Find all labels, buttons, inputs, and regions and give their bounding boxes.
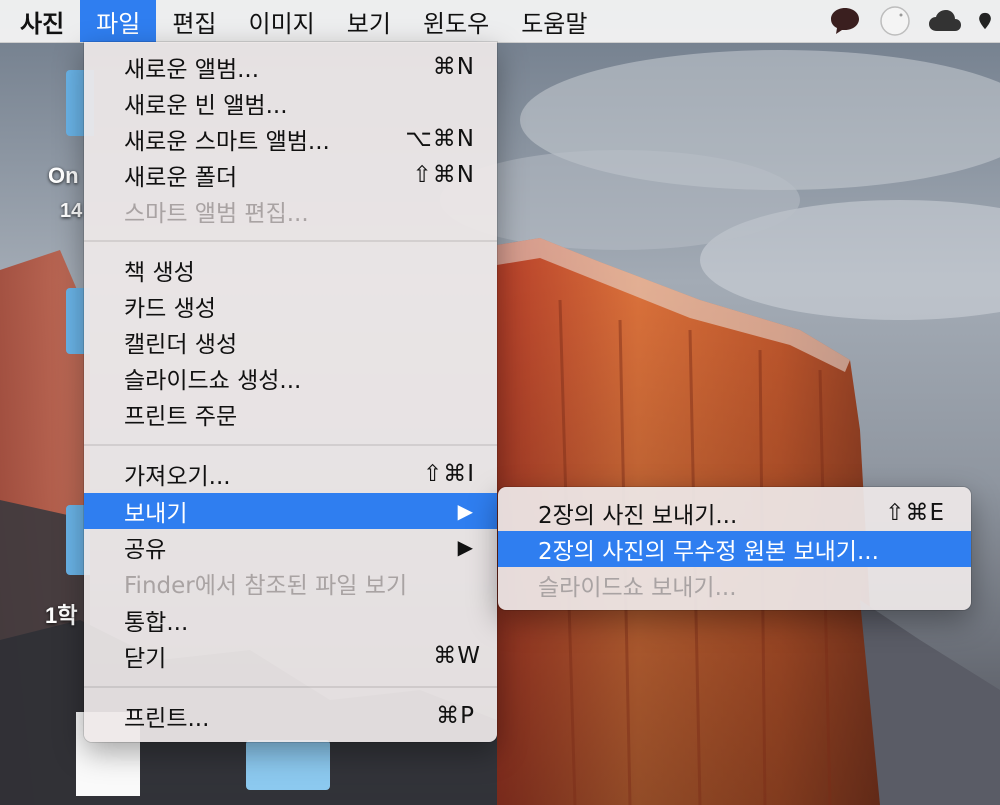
menu-item-label: 프린트 주문	[124, 404, 238, 430]
menu-window[interactable]: 윈도우	[407, 0, 505, 42]
menu-item-import[interactable]: 가져오기... ⇧⌘I	[84, 456, 497, 492]
menu-item-print[interactable]: 프린트... ⌘P	[84, 698, 497, 734]
menu-item-label: 공유	[124, 537, 167, 563]
menu-separator	[84, 240, 497, 242]
menu-edit[interactable]: 편집	[156, 0, 232, 42]
menu-item-label: 슬라이드쇼 보내기...	[538, 575, 737, 601]
dial-icon[interactable]	[878, 4, 912, 38]
menu-item-label: 보내기	[124, 501, 188, 527]
menu-item-new-folder[interactable]: 새로운 폴더 ⇧⌘N	[84, 157, 497, 193]
cloud-icon[interactable]	[928, 4, 962, 38]
menu-item-label: 새로운 빈 앨범...	[124, 93, 288, 119]
menu-separator	[84, 686, 497, 688]
menu-item-shortcut: ⌘N	[432, 54, 475, 80]
menu-item-label: 책 생성	[124, 260, 195, 286]
menu-item-export-slideshow: 슬라이드쇼 보내기...	[498, 567, 971, 603]
menu-item-new-empty-album[interactable]: 새로운 빈 앨범...	[84, 85, 497, 121]
menu-item-shortcut: ⌥⌘N	[405, 126, 475, 152]
export-submenu: 2장의 사진 보내기... ⇧⌘E 2장의 사진의 무수정 원본 보내기... …	[498, 487, 971, 610]
menu-item-label: 슬라이드쇼 생성...	[124, 368, 302, 394]
menu-item-label: 2장의 사진의 무수정 원본 보내기...	[538, 539, 879, 565]
app-menu-photos[interactable]: 사진	[0, 0, 80, 42]
menu-item-export-unmodified-originals[interactable]: 2장의 사진의 무수정 원본 보내기...	[498, 531, 971, 567]
desktop-label: On	[48, 163, 79, 188]
menu-item-export[interactable]: 보내기 ▶	[84, 493, 497, 529]
menu-item-label: Finder에서 참조된 파일 보기	[124, 573, 408, 599]
menu-item-create-slideshow[interactable]: 슬라이드쇼 생성...	[84, 360, 497, 396]
menu-item-new-smart-album[interactable]: 새로운 스마트 앨범... ⌥⌘N	[84, 121, 497, 157]
menu-image[interactable]: 이미지	[233, 0, 331, 42]
menu-separator	[84, 444, 497, 446]
menu-item-order-prints[interactable]: 프린트 주문	[84, 396, 497, 432]
menu-item-label: 닫기	[124, 646, 167, 672]
location-icon[interactable]	[978, 4, 992, 38]
menu-item-export-photos[interactable]: 2장의 사진 보내기... ⇧⌘E	[498, 495, 971, 531]
menu-item-label: 프린트...	[124, 706, 210, 732]
menu-item-label: 가져오기...	[124, 464, 231, 490]
menu-bar: 사진 파일 편집 이미지 보기 윈도우 도움말	[0, 0, 1000, 43]
menu-item-create-calendar[interactable]: 캘린더 생성	[84, 324, 497, 360]
menu-item-shortcut: ⇧⌘E	[885, 500, 945, 526]
menu-item-show-in-finder: Finder에서 참조된 파일 보기	[84, 565, 497, 601]
menu-item-label: 스마트 앨범 편집...	[124, 201, 309, 227]
menu-item-share[interactable]: 공유 ▶	[84, 529, 497, 565]
menu-item-close[interactable]: 닫기 ⌘W	[84, 638, 497, 674]
menu-item-consolidate[interactable]: 통합...	[84, 602, 497, 638]
file-menu: 새로운 앨범... ⌘N 새로운 빈 앨범... 새로운 스마트 앨범... ⌥…	[84, 42, 497, 742]
menu-item-label: 새로운 앨범...	[124, 57, 260, 83]
menu-help[interactable]: 도움말	[505, 0, 603, 42]
menu-item-edit-smart-album: 스마트 앨범 편집...	[84, 193, 497, 229]
menu-item-label: 새로운 폴더	[124, 165, 238, 191]
desktop-label: 1학	[45, 603, 78, 628]
menu-item-shortcut: ⇧⌘I	[422, 461, 475, 487]
menu-file[interactable]: 파일	[80, 0, 157, 42]
desktop-label: 14	[60, 200, 83, 222]
submenu-arrow-icon: ▶	[457, 499, 473, 523]
status-area	[828, 0, 1000, 42]
menu-item-create-book[interactable]: 책 생성	[84, 252, 497, 288]
menu-item-label: 카드 생성	[124, 296, 216, 322]
menu-view[interactable]: 보기	[331, 0, 407, 42]
menu-item-label: 캘린더 생성	[124, 332, 238, 358]
menu-item-new-album[interactable]: 새로운 앨범... ⌘N	[84, 49, 497, 85]
chat-bubble-icon[interactable]	[828, 4, 862, 38]
menu-item-shortcut: ⌘W	[433, 643, 481, 669]
menu-item-label: 통합...	[124, 610, 189, 636]
desktop-folder-alias-icon[interactable]	[246, 740, 330, 790]
menu-item-shortcut: ⇧⌘N	[412, 162, 475, 188]
menu-item-shortcut: ⌘P	[436, 703, 475, 729]
menu-item-label: 2장의 사진 보내기...	[538, 503, 738, 529]
menu-item-label: 새로운 스마트 앨범...	[124, 129, 330, 155]
submenu-arrow-icon: ▶	[457, 535, 473, 559]
menu-item-create-card[interactable]: 카드 생성	[84, 288, 497, 324]
